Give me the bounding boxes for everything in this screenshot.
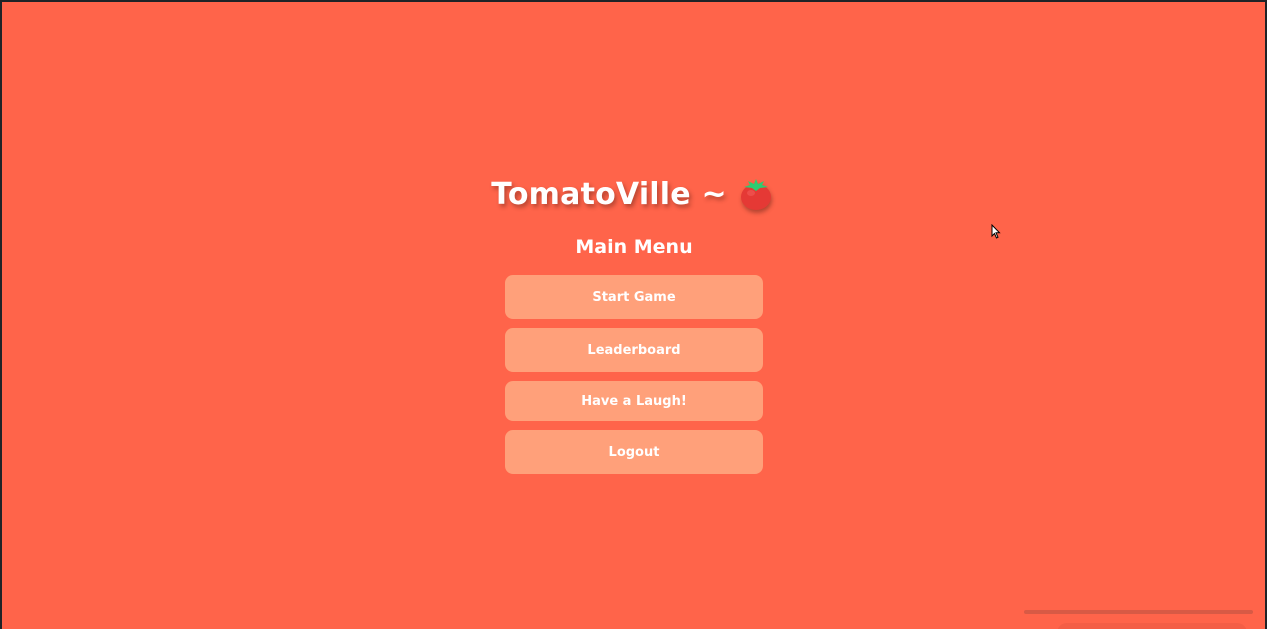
app-window: TomatoVille ~ Main Menu Start Game Leade… — [2, 2, 1265, 629]
mouse-cursor-icon — [991, 223, 1001, 240]
app-title: TomatoVille ~ — [491, 176, 727, 212]
start-game-button[interactable]: Start Game — [505, 275, 763, 319]
main-menu: TomatoVille ~ Main Menu Start Game Leade… — [491, 172, 771, 474]
title-row: TomatoVille ~ — [491, 172, 771, 216]
have-a-laugh-button[interactable]: Have a Laugh! — [505, 381, 763, 421]
leaderboard-button[interactable]: Leaderboard — [505, 328, 763, 372]
logout-button[interactable]: Logout — [505, 430, 763, 474]
tomato-icon — [739, 176, 773, 212]
horizontal-scrollbar[interactable] — [1024, 610, 1253, 614]
menu-heading: Main Menu — [575, 236, 693, 258]
corner-shape — [1057, 623, 1247, 629]
